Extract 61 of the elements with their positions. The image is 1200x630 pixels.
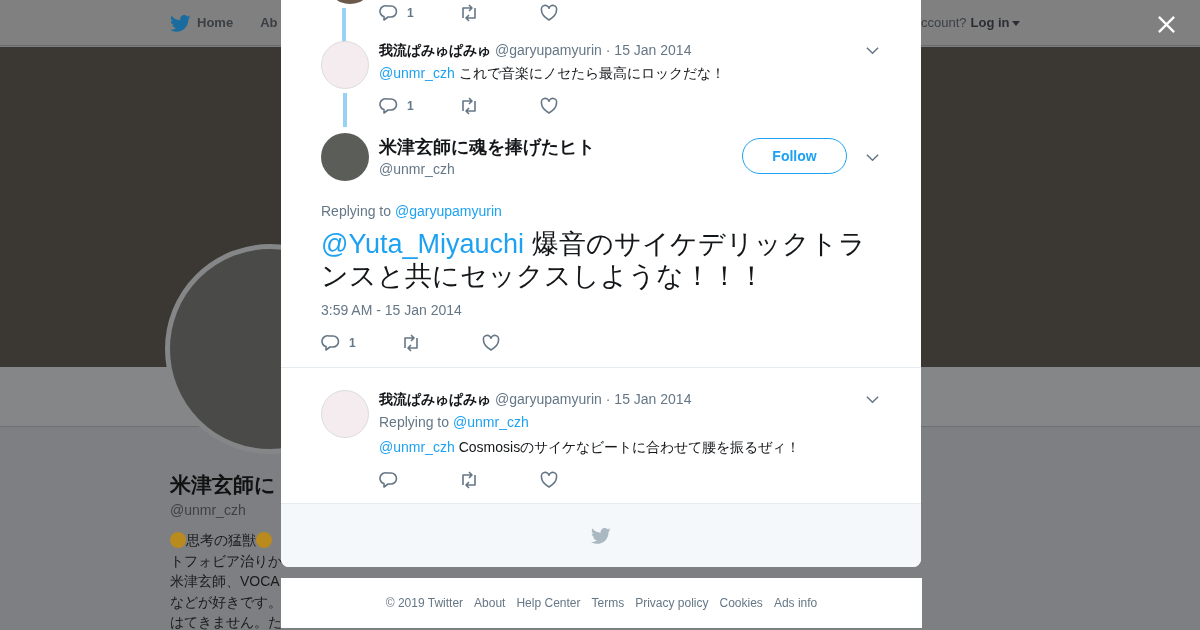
author-name[interactable]: 米津玄師に魂を捧げたヒト [379, 135, 742, 159]
footer-link[interactable]: Terms [591, 594, 625, 612]
author-name[interactable]: 我流ぱみゅぱみゅ [379, 39, 491, 61]
footer-link[interactable]: About [474, 594, 506, 612]
mention-link[interactable]: @unmr_czh [379, 437, 455, 458]
retweet-icon[interactable] [459, 470, 479, 490]
footer-link[interactable]: Ads info [773, 594, 818, 612]
reply-icon[interactable] [379, 470, 399, 490]
nav-link[interactable]: Ab [260, 13, 278, 33]
avatar-image [321, 41, 369, 89]
bio-text: トフォビア治りか [170, 551, 282, 571]
footer-link[interactable]: Privacy policy [635, 594, 709, 612]
retweet-icon[interactable] [401, 333, 421, 353]
tweet-text: @Yuta_Miyauchi 爆音のサイケデリックトランスと共にセックスしような！！！ [321, 228, 867, 292]
login-link[interactable]: Log in [970, 13, 1020, 33]
tiger-emoji-icon [256, 532, 272, 549]
bio-text: 思考の猛獣 [186, 531, 256, 550]
reply-count: 1 [407, 98, 414, 115]
replying-label: Replying to [321, 202, 392, 221]
bird-icon [591, 525, 611, 546]
bio-text: などが好きです。 [170, 592, 282, 612]
avatar-image [321, 390, 369, 438]
reply-icon[interactable] [379, 3, 399, 23]
reply-count: 1 [349, 335, 356, 352]
reply-count: 1 [407, 5, 414, 22]
heart-icon[interactable] [481, 333, 501, 353]
footer-link[interactable]: Help Center [516, 594, 581, 612]
bird-icon [170, 12, 191, 34]
tweet-text: これで音楽にノセたら最高にロックだな！ [458, 64, 725, 83]
profile-handle: @unmr_czh [170, 501, 247, 520]
close-icon[interactable] [1157, 15, 1176, 34]
profile-name: 米津玄師に [170, 472, 277, 498]
tweet-text: Cosmosisのサイケなビートに合わせて腰を振るぜィ！ [458, 438, 801, 457]
account-prompt: ccount? [921, 14, 967, 33]
heart-icon[interactable] [539, 96, 559, 116]
tiger-emoji-icon [170, 532, 186, 549]
mention-link[interactable]: @Yuta_Miyauchi [321, 229, 524, 259]
tweet-date[interactable]: · 15 Jan 2014 [605, 39, 692, 61]
mention-link[interactable]: @garyupamyurin [395, 201, 502, 222]
reply-icon[interactable] [379, 96, 399, 116]
replying-label: Replying to [379, 413, 450, 432]
heart-icon[interactable] [539, 470, 559, 490]
bio-text: はてきません。た [170, 613, 282, 630]
avatar-image [321, 133, 369, 181]
caret-icon [1011, 20, 1020, 26]
tweet-timestamp: 3:59 AM - 15 Jan 2014 [321, 301, 463, 320]
retweet-icon[interactable] [459, 3, 479, 23]
footer-link[interactable]: Cookies [719, 594, 763, 612]
retweet-icon[interactable] [459, 96, 479, 116]
bio-text: 米津玄師、VOCA [170, 572, 280, 591]
author-name[interactable]: 我流ぱみゅぱみゅ [379, 388, 491, 410]
author-handle[interactable]: @garyupamyurin [495, 388, 602, 410]
mention-link[interactable]: @unmr_czh [379, 63, 455, 84]
author-handle[interactable]: @garyupamyurin [495, 39, 602, 61]
author-handle[interactable]: @unmr_czh [379, 159, 742, 179]
reply-icon[interactable] [321, 333, 341, 353]
copyright-text: © 2019 Twitter [385, 595, 464, 612]
heart-icon[interactable] [539, 3, 559, 23]
nav-link[interactable]: Home [170, 12, 234, 34]
tweet-date[interactable]: · 15 Jan 2014 [605, 388, 692, 410]
mention-link[interactable]: @unmr_czh [453, 412, 529, 433]
